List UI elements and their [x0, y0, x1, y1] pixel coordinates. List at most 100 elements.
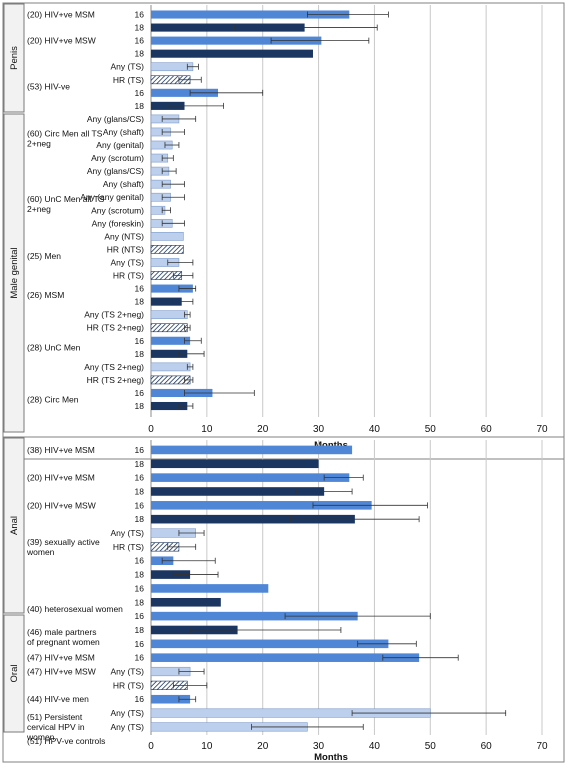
bar	[151, 597, 221, 607]
category-label: Any (glans/CS)	[87, 166, 144, 176]
category-label: 16	[135, 556, 145, 566]
category-label: 16	[135, 694, 145, 704]
bar	[151, 584, 269, 593]
x-tick-label: 50	[425, 424, 437, 435]
category-label: Any (shaft)	[103, 127, 144, 137]
group-label: (38) HIV+ve MSM	[27, 445, 95, 455]
bar	[150, 62, 194, 72]
group-label: (44) HIV-ve men	[27, 694, 89, 704]
bar	[151, 459, 319, 469]
x-tick-label: 40	[369, 424, 381, 435]
category-label: 18	[135, 597, 145, 607]
bar	[151, 49, 313, 58]
x-tick-label: 10	[201, 741, 213, 752]
category-label: 16	[135, 10, 145, 20]
category-label: Any (glans/CS)	[87, 114, 144, 124]
group-label: (39) sexually active women	[26, 537, 100, 557]
x-tick-label: 70	[536, 741, 548, 752]
group-label: (20) HIV+ve MSM	[27, 10, 95, 20]
chart-panel-bottom: Anal Oral 0 10 20 30 40 50 60 70 Months 16 18 16 18 16 1…	[2, 436, 565, 763]
bar	[151, 445, 353, 455]
hpv-persistence-chart: Penis Male genital 0 10 20 30 40 50 60 70 Months 16…	[2, 2, 565, 763]
x-tick-label: 0	[148, 424, 154, 435]
category-label: Any (foreskin)	[92, 218, 145, 228]
panel-frame	[2, 2, 565, 460]
category-label: 18	[135, 49, 145, 59]
category-label: 18	[135, 297, 145, 307]
category-label: Any (TS 2+neg)	[84, 310, 144, 320]
group-label: (20) HIV+ve MSW	[27, 36, 96, 46]
category-label: 18	[135, 514, 145, 524]
category-label: Any (scrotum)	[91, 205, 144, 215]
chart-panel-top: PenisMale genital0 10 20 30 40 50 60 70Months16…	[2, 2, 565, 460]
category-label: 16	[135, 284, 145, 294]
x-tick-label: 30	[313, 741, 325, 752]
category-label: 18	[135, 570, 145, 580]
category-label: 18	[135, 625, 145, 635]
group-label: (28) UnC Men	[27, 342, 81, 352]
category-label: 16	[135, 88, 145, 98]
category-label: Any (TS)	[110, 667, 144, 677]
section-label: Oral	[9, 665, 20, 683]
group-label: (60) Circ Men all TS 2+neg	[27, 129, 103, 149]
category-label: Any (scrotum)	[91, 153, 144, 163]
category-label: 18	[135, 101, 145, 111]
category-label: Any (TS)	[110, 62, 144, 72]
group-label: (25) Men	[27, 251, 61, 261]
category-label: 18	[135, 401, 145, 411]
category-label: HR (TS 2+neg)	[87, 375, 145, 385]
group-label: (40) heterosexual women	[27, 604, 123, 614]
category-label: 18	[135, 23, 145, 33]
bar	[150, 323, 188, 333]
x-tick-label: 50	[425, 741, 437, 752]
category-label: 16	[135, 583, 145, 593]
section-label: Penis	[9, 46, 20, 70]
x-tick-label: 10	[201, 424, 213, 435]
category-label: 18	[135, 486, 145, 496]
group-label: (20) HIV+ve MSM	[27, 473, 95, 483]
section-label: Male genital	[9, 247, 20, 298]
category-label: HR (TS)	[113, 75, 144, 85]
bar	[150, 310, 188, 320]
x-tick-label: 60	[481, 424, 493, 435]
category-label: HR (NTS)	[107, 244, 144, 254]
category-label: Any (TS 2+neg)	[84, 362, 144, 372]
category-label: Any (TS)	[110, 708, 144, 718]
category-label: Any (TS)	[110, 528, 144, 538]
category-label: Any (shaft)	[103, 179, 144, 189]
category-label: 16	[135, 473, 145, 483]
group-label: (47) HIV+ve MSW	[27, 667, 96, 677]
bar	[150, 232, 184, 241]
bar	[151, 639, 389, 649]
group-label: (26) MSM	[27, 290, 64, 300]
x-tick-label: 0	[148, 741, 154, 752]
category-label: Any (genital)	[96, 140, 144, 150]
bar	[151, 473, 350, 482]
group-label: (20) HIV+ve MSW	[27, 500, 96, 510]
group-label: (46) male partners of pregnant women	[27, 627, 100, 647]
category-label: 18	[135, 349, 145, 359]
category-label: 16	[135, 500, 145, 510]
group-label: (53) HIV-ve	[27, 81, 70, 91]
category-label: Any (TS)	[110, 722, 144, 732]
category-label: 16	[135, 611, 145, 621]
x-tick-label: 60	[481, 741, 493, 752]
category-label: HR (TS)	[113, 542, 144, 552]
x-tick-label: 30	[313, 424, 325, 435]
category-label: Any (TS)	[110, 257, 144, 267]
group-label: (47) HIV+ve MSM	[27, 653, 95, 663]
category-label: 16	[135, 653, 145, 663]
category-label: 16	[135, 336, 145, 346]
category-label: 16	[135, 36, 145, 46]
category-label: 16	[135, 639, 145, 649]
x-tick-label: 70	[536, 424, 548, 435]
x-axis-title: Months	[314, 752, 348, 763]
bar	[151, 653, 420, 662]
section-label: Anal	[9, 516, 20, 535]
category-label: Any (NTS)	[104, 231, 144, 241]
bar	[150, 362, 191, 372]
category-label: 18	[135, 459, 145, 469]
bar	[150, 245, 184, 254]
x-tick-label: 40	[369, 741, 381, 752]
category-label: 16	[135, 388, 145, 398]
